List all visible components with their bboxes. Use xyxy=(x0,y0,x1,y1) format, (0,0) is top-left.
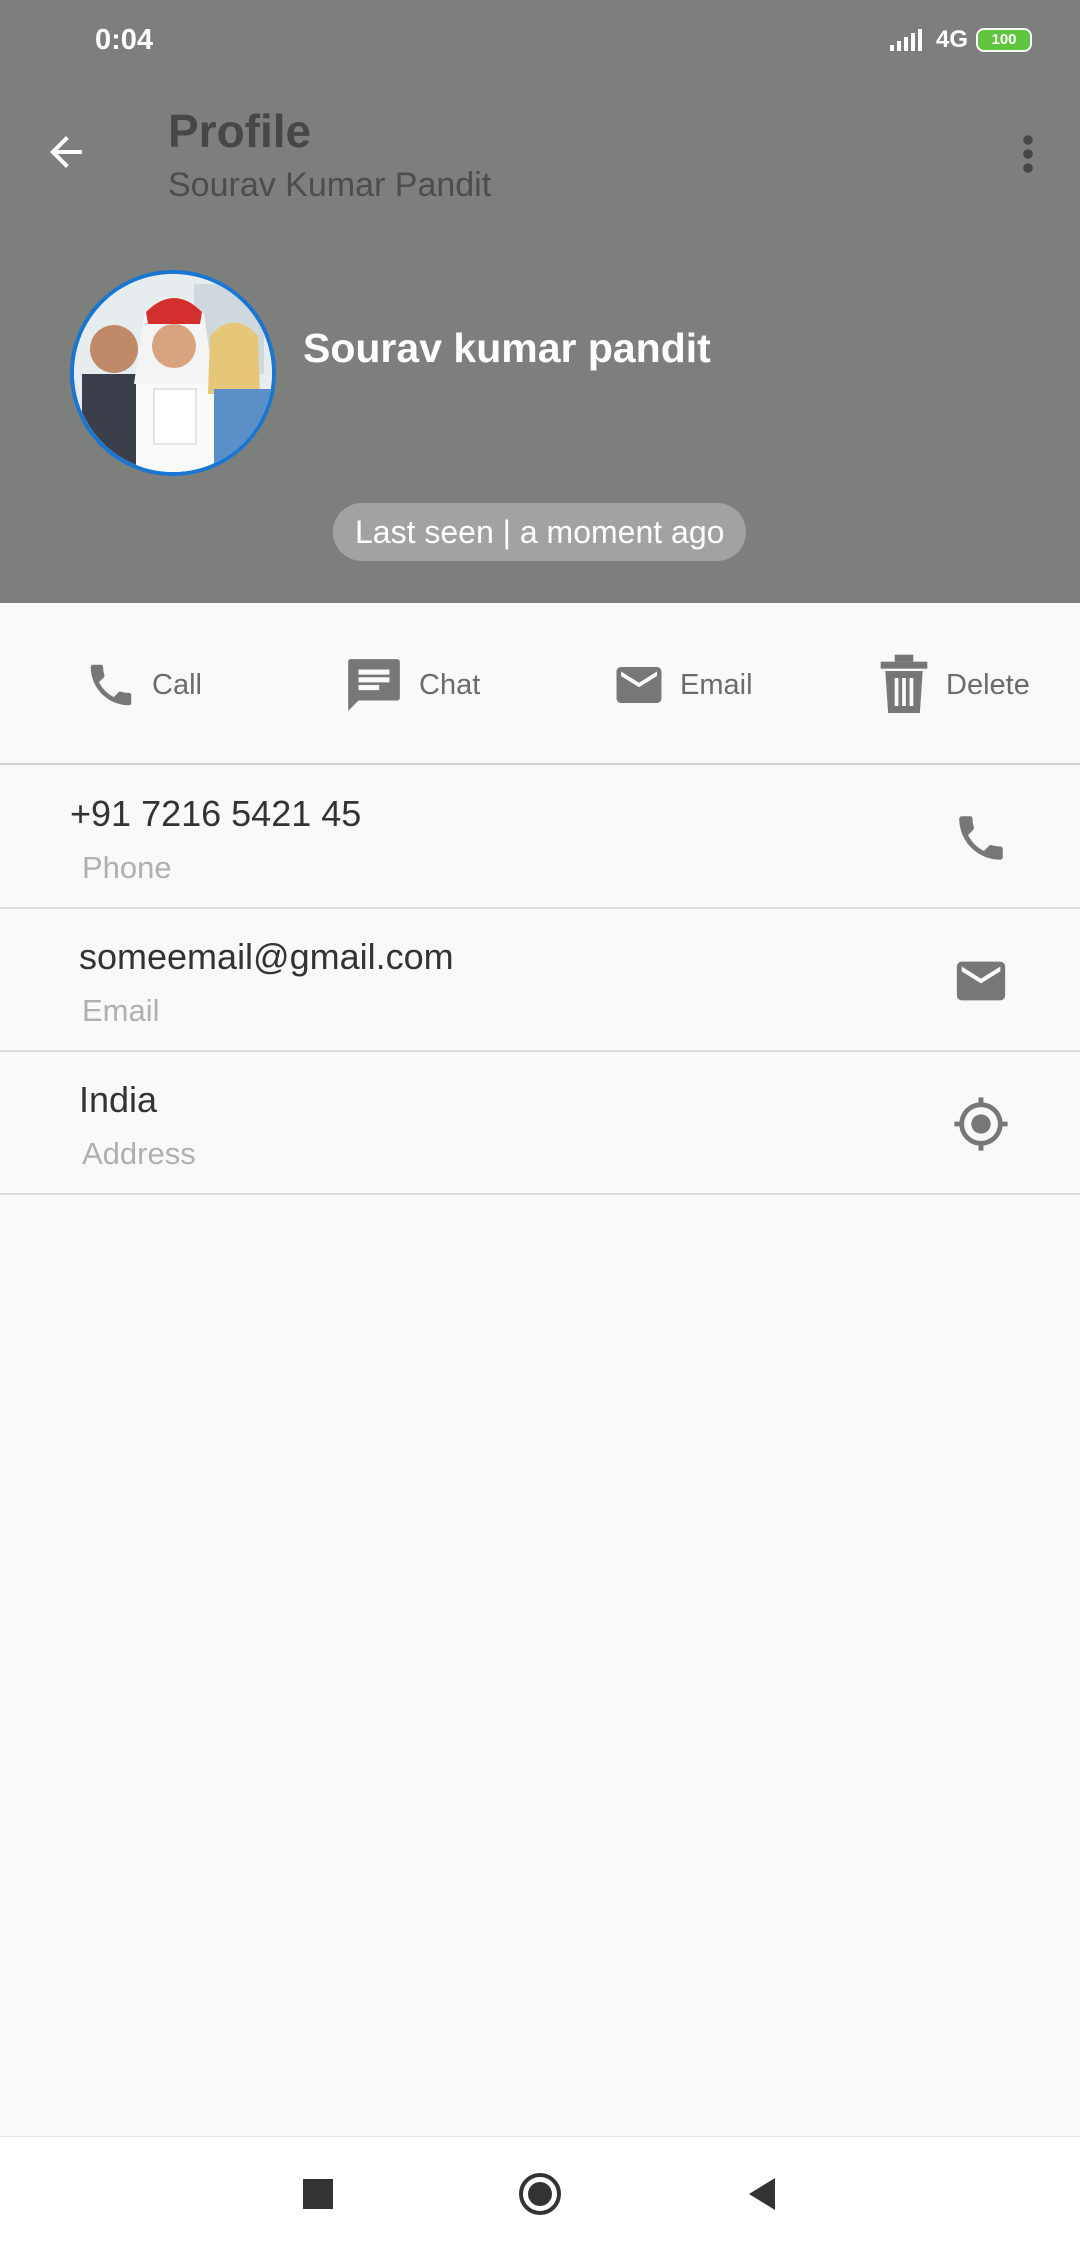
email-value: someemail@gmail.com xyxy=(79,936,454,977)
profile-name: Sourav kumar pandit xyxy=(303,325,711,371)
location-target-icon xyxy=(954,1097,1008,1151)
battery-icon: 100 xyxy=(976,28,1032,52)
signal-icon xyxy=(889,29,922,51)
more-vert-icon xyxy=(1023,135,1033,173)
call-label: Call xyxy=(152,668,202,701)
chat-button[interactable]: Chat xyxy=(343,653,480,717)
recents-button[interactable] xyxy=(293,2169,343,2219)
triangle-back-icon xyxy=(749,2178,775,2210)
more-options-button[interactable] xyxy=(1010,130,1046,178)
status-indicators: 4G 100 xyxy=(889,26,1032,54)
phone-value: +91 7216 5421 45 xyxy=(70,793,362,834)
email-button[interactable]: Email xyxy=(612,653,753,717)
delete-label: Delete xyxy=(946,668,1030,701)
mail-icon xyxy=(616,667,662,703)
show-location-button[interactable] xyxy=(952,1095,1010,1153)
address-value: India xyxy=(79,1079,158,1120)
back-button[interactable] xyxy=(42,128,90,176)
last-seen-badge: Last seen | a moment ago xyxy=(333,503,747,561)
phone-label: Phone xyxy=(82,850,172,885)
mail-icon xyxy=(956,961,1006,1001)
phone-icon xyxy=(90,664,132,706)
avatar[interactable] xyxy=(70,270,276,476)
chat-label: Chat xyxy=(419,668,481,701)
email-label: Email xyxy=(680,668,753,701)
address-label: Address xyxy=(82,1136,196,1171)
email-row[interactable]: someemail@gmail.com Email xyxy=(0,908,1080,1052)
address-row[interactable]: India Address xyxy=(0,1051,1080,1195)
profile-header: 0:04 4G 100 Profile Sourav Kumar Pandit xyxy=(0,0,1080,603)
send-email-button[interactable] xyxy=(952,952,1010,1010)
chat-icon xyxy=(348,659,400,711)
page-title: Profile xyxy=(168,105,312,157)
action-bar: Call Chat Email Delete xyxy=(0,603,1080,765)
home-circle-icon xyxy=(519,2173,561,2215)
square-icon xyxy=(303,2179,333,2209)
call-button[interactable]: Call xyxy=(84,653,202,717)
delete-button[interactable]: Delete xyxy=(876,653,1030,717)
home-button[interactable] xyxy=(515,2169,565,2219)
system-navigation-bar xyxy=(0,2136,1080,2247)
page-subtitle: Sourav Kumar Pandit xyxy=(168,166,492,204)
phone-row[interactable]: +91 7216 5421 45 Phone xyxy=(0,765,1080,909)
arrow-left-icon xyxy=(50,136,82,168)
avatar-photo xyxy=(74,274,272,472)
phone-call-button[interactable] xyxy=(952,809,1010,867)
email-label: Email xyxy=(82,993,160,1028)
status-time: 0:04 xyxy=(95,24,154,56)
phone-icon xyxy=(959,816,1003,860)
network-type: 4G xyxy=(935,26,968,53)
back-nav-button[interactable] xyxy=(737,2169,787,2219)
trash-icon xyxy=(880,654,928,713)
